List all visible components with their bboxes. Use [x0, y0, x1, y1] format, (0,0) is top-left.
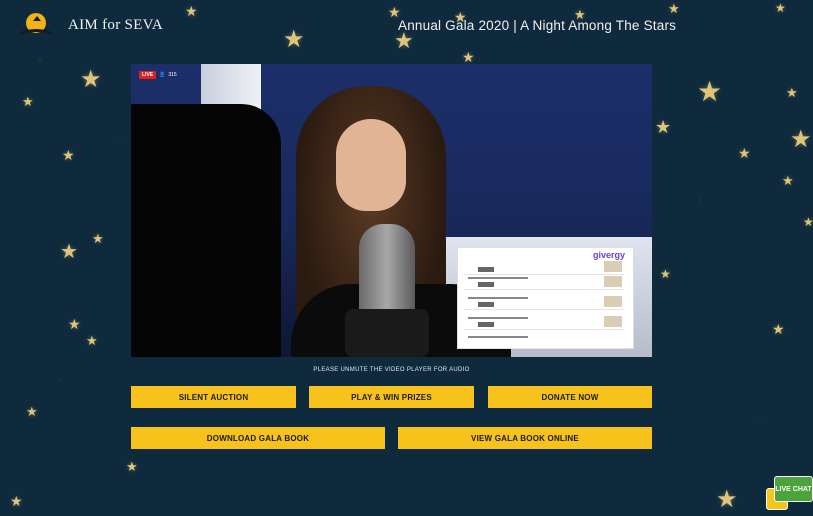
star-icon: ★: [80, 66, 102, 93]
live-badge: LIVE 👤 315: [139, 71, 177, 79]
list-item: [464, 315, 624, 330]
star-icon: ★: [772, 321, 785, 337]
video-player[interactable]: LIVE 👤 315 givergy: [131, 64, 652, 357]
header: AIM for SEVA Annual Gala 2020 | A Night …: [0, 0, 813, 52]
star-icon: ★: [62, 147, 75, 163]
givergy-logo: givergy: [592, 250, 625, 260]
star-icon: ★: [660, 267, 671, 281]
list-item: [464, 295, 624, 310]
silent-auction-button[interactable]: SILENT AUCTION: [131, 386, 296, 408]
star-icon: ★: [782, 173, 794, 188]
star-icon: ★: [26, 404, 38, 419]
star-icon: ★: [738, 145, 751, 161]
donate-now-button[interactable]: DONATE NOW: [488, 386, 652, 408]
star-icon: ★: [786, 85, 798, 100]
live-chat-label: LIVE CHAT: [774, 476, 813, 502]
star-icon: ★: [126, 459, 138, 474]
microphone-stand: [345, 309, 429, 357]
viewer-count: 315: [168, 72, 177, 78]
list-item: [464, 334, 624, 349]
presenter-face: [336, 119, 406, 211]
foreground-shoulder: [131, 104, 281, 357]
star-icon: ★: [92, 231, 104, 246]
auction-overlay: givergy: [457, 247, 634, 349]
live-chat-button[interactable]: LIVE CHAT: [766, 474, 813, 514]
star-icon: ★: [10, 493, 23, 509]
microphone: [359, 224, 415, 319]
list-item: [464, 260, 624, 275]
download-gala-book-button[interactable]: DOWNLOAD GALA BOOK: [131, 427, 385, 449]
star-icon: ★: [462, 49, 475, 65]
star-icon: ★: [716, 486, 738, 513]
star-icon: ★: [86, 333, 98, 348]
logo-text: AIM for SEVA: [68, 16, 163, 33]
view-gala-book-button[interactable]: VIEW GALA BOOK ONLINE: [398, 427, 652, 449]
unmute-notice: PLEASE UNMUTE THE VIDEO PLAYER FOR AUDIO: [313, 367, 470, 373]
play-win-prizes-button[interactable]: PLAY & WIN PRIZES: [309, 386, 474, 408]
book-lamp-icon: [14, 12, 62, 38]
star-icon: ★: [790, 126, 812, 153]
person-icon: 👤: [159, 72, 166, 78]
logo[interactable]: AIM for SEVA: [14, 12, 163, 38]
star-icon: ★: [68, 316, 81, 332]
star-icon: ★: [803, 215, 813, 229]
list-item: [464, 275, 624, 290]
live-label: LIVE: [139, 71, 157, 79]
star-icon: ★: [697, 76, 723, 107]
event-title: Annual Gala 2020 | A Night Among The Sta…: [398, 18, 677, 33]
star-icon: ★: [655, 117, 672, 137]
star-icon: ★: [22, 94, 34, 109]
star-icon: ★: [60, 241, 78, 263]
